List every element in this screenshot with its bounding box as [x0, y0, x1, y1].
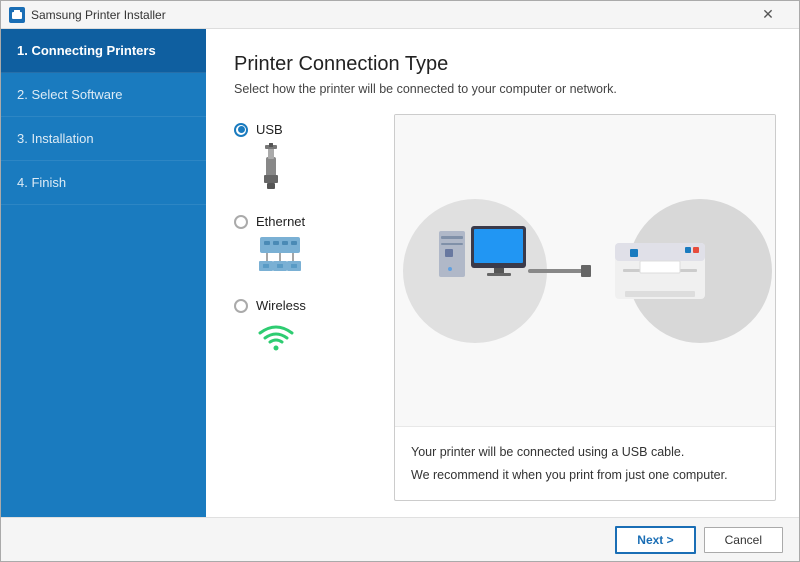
app-icon — [9, 7, 25, 23]
next-button[interactable]: Next > — [615, 526, 695, 554]
wireless-option-group: Wireless — [234, 298, 394, 354]
sidebar: 1. Connecting Printers 2. Select Softwar… — [1, 29, 206, 517]
ethernet-radio[interactable] — [234, 215, 248, 229]
page-title: Printer Connection Type — [234, 53, 776, 76]
usb-label: USB — [256, 122, 283, 137]
ethernet-label: Ethernet — [256, 214, 305, 229]
wifi-icon — [256, 319, 296, 354]
usb-option-group: USB — [234, 122, 394, 194]
titlebar-title: Samsung Printer Installer — [31, 8, 166, 22]
titlebar: Samsung Printer Installer ✕ — [1, 1, 799, 29]
main-body: USB — [234, 114, 776, 501]
preview-description: Your printer will be connected using a U… — [395, 426, 775, 500]
preview-line1: Your printer will be connected using a U… — [411, 441, 759, 464]
wireless-option[interactable]: Wireless — [234, 298, 306, 313]
sidebar-item-connecting-printers[interactable]: 1. Connecting Printers — [1, 29, 206, 73]
wireless-label: Wireless — [256, 298, 306, 313]
main-window: Samsung Printer Installer ✕ 1. Connectin… — [0, 0, 800, 562]
wireless-radio[interactable] — [234, 299, 248, 313]
page-subtitle: Select how the printer will be connected… — [234, 82, 776, 96]
ethernet-option-group: Ethernet — [234, 214, 394, 278]
preview-image — [395, 115, 775, 426]
ethernet-icon — [256, 235, 304, 278]
main-content: Printer Connection Type Select how the p… — [206, 29, 799, 517]
ethernet-option[interactable]: Ethernet — [234, 214, 305, 229]
usb-radio[interactable] — [234, 123, 248, 137]
titlebar-left: Samsung Printer Installer — [9, 7, 166, 23]
sidebar-item-select-software[interactable]: 2. Select Software — [1, 73, 206, 117]
usb-icon — [256, 143, 286, 194]
sidebar-item-installation[interactable]: 3. Installation — [1, 117, 206, 161]
connection-options: USB — [234, 114, 394, 501]
usb-option[interactable]: USB — [234, 122, 283, 137]
footer: Next > Cancel — [1, 517, 799, 561]
close-button[interactable]: ✕ — [745, 1, 791, 29]
preview-line2: We recommend it when you print from just… — [411, 464, 759, 487]
content-area: 1. Connecting Printers 2. Select Softwar… — [1, 29, 799, 517]
preview-box: Your printer will be connected using a U… — [394, 114, 776, 501]
cancel-button[interactable]: Cancel — [704, 527, 783, 553]
sidebar-item-finish[interactable]: 4. Finish — [1, 161, 206, 205]
